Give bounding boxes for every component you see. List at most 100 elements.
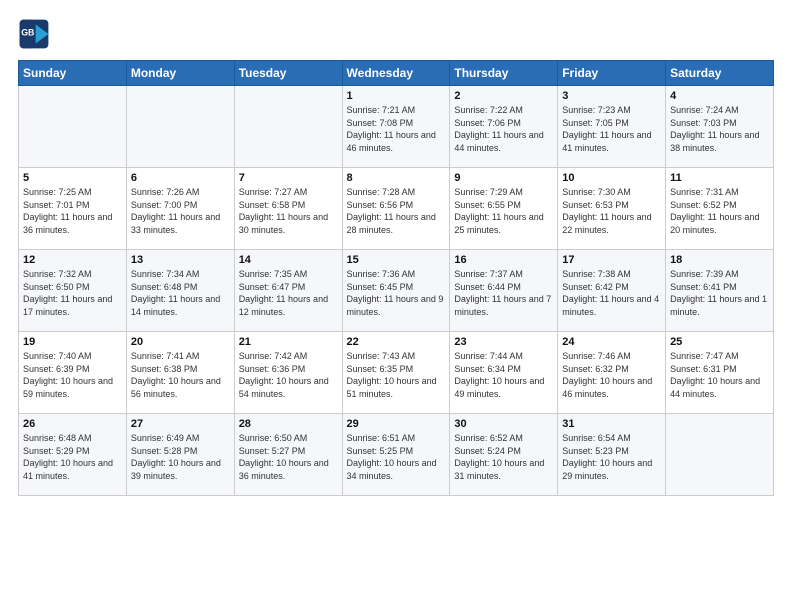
cell-5-3: 28 Sunrise: 6:50 AM Sunset: 5:27 PM Dayli… bbox=[234, 414, 342, 496]
day-info: Sunrise: 7:43 AM Sunset: 6:35 PM Dayligh… bbox=[347, 350, 446, 400]
cell-2-4: 8 Sunrise: 7:28 AM Sunset: 6:56 PM Daylig… bbox=[342, 168, 450, 250]
day-number: 11 bbox=[670, 172, 769, 184]
day-number: 3 bbox=[562, 90, 661, 102]
cell-1-1 bbox=[19, 86, 127, 168]
cell-3-6: 17 Sunrise: 7:38 AM Sunset: 6:42 PM Dayli… bbox=[558, 250, 666, 332]
day-number: 24 bbox=[562, 336, 661, 348]
week-row-3: 12 Sunrise: 7:32 AM Sunset: 6:50 PM Dayli… bbox=[19, 250, 774, 332]
day-info: Sunrise: 7:26 AM Sunset: 7:00 PM Dayligh… bbox=[131, 186, 230, 236]
day-number: 16 bbox=[454, 254, 553, 266]
cell-3-2: 13 Sunrise: 7:34 AM Sunset: 6:48 PM Dayli… bbox=[126, 250, 234, 332]
cell-4-2: 20 Sunrise: 7:41 AM Sunset: 6:38 PM Dayli… bbox=[126, 332, 234, 414]
logo-icon: GB bbox=[18, 18, 50, 50]
day-info: Sunrise: 7:41 AM Sunset: 6:38 PM Dayligh… bbox=[131, 350, 230, 400]
col-header-saturday: Saturday bbox=[666, 61, 774, 86]
day-info: Sunrise: 7:23 AM Sunset: 7:05 PM Dayligh… bbox=[562, 104, 661, 154]
cell-3-5: 16 Sunrise: 7:37 AM Sunset: 6:44 PM Dayli… bbox=[450, 250, 558, 332]
day-number: 25 bbox=[670, 336, 769, 348]
day-info: Sunrise: 7:47 AM Sunset: 6:31 PM Dayligh… bbox=[670, 350, 769, 400]
day-info: Sunrise: 7:24 AM Sunset: 7:03 PM Dayligh… bbox=[670, 104, 769, 154]
cell-4-4: 22 Sunrise: 7:43 AM Sunset: 6:35 PM Dayli… bbox=[342, 332, 450, 414]
cell-2-5: 9Sunrise: 7:29 AM Sunset: 6:55 PM Daylig… bbox=[450, 168, 558, 250]
day-number: 18 bbox=[670, 254, 769, 266]
cell-2-6: 10 Sunrise: 7:30 AM Sunset: 6:53 PM Dayli… bbox=[558, 168, 666, 250]
cell-5-1: 26Sunrise: 6:48 AM Sunset: 5:29 PM Dayli… bbox=[19, 414, 127, 496]
cell-4-6: 24 Sunrise: 7:46 AM Sunset: 6:32 PM Dayli… bbox=[558, 332, 666, 414]
svg-text:GB: GB bbox=[21, 28, 34, 38]
day-info: Sunrise: 7:37 AM Sunset: 6:44 PM Dayligh… bbox=[454, 268, 553, 318]
day-number: 6 bbox=[131, 172, 230, 184]
cell-1-3 bbox=[234, 86, 342, 168]
col-header-monday: Monday bbox=[126, 61, 234, 86]
day-number: 13 bbox=[131, 254, 230, 266]
header-row: SundayMondayTuesdayWednesdayThursdayFrid… bbox=[19, 61, 774, 86]
day-info: Sunrise: 7:32 AM Sunset: 6:50 PM Dayligh… bbox=[23, 268, 122, 318]
cell-2-1: 5 Sunrise: 7:25 AM Sunset: 7:01 PM Daylig… bbox=[19, 168, 127, 250]
header: GB bbox=[18, 18, 774, 50]
cell-1-6: 3 Sunrise: 7:23 AM Sunset: 7:05 PM Daylig… bbox=[558, 86, 666, 168]
day-info: Sunrise: 7:35 AM Sunset: 6:47 PM Dayligh… bbox=[239, 268, 338, 318]
day-info: Sunrise: 7:22 AM Sunset: 7:06 PM Dayligh… bbox=[454, 104, 553, 154]
day-number: 19 bbox=[23, 336, 122, 348]
cell-1-4: 1Sunrise: 7:21 AM Sunset: 7:08 PM Daylig… bbox=[342, 86, 450, 168]
day-number: 7 bbox=[239, 172, 338, 184]
day-info: Sunrise: 7:38 AM Sunset: 6:42 PM Dayligh… bbox=[562, 268, 661, 318]
day-info: Sunrise: 7:40 AM Sunset: 6:39 PM Dayligh… bbox=[23, 350, 122, 400]
week-row-2: 5 Sunrise: 7:25 AM Sunset: 7:01 PM Daylig… bbox=[19, 168, 774, 250]
week-row-1: 1Sunrise: 7:21 AM Sunset: 7:08 PM Daylig… bbox=[19, 86, 774, 168]
week-row-4: 19 Sunrise: 7:40 AM Sunset: 6:39 PM Dayli… bbox=[19, 332, 774, 414]
day-number: 21 bbox=[239, 336, 338, 348]
day-info: Sunrise: 7:34 AM Sunset: 6:48 PM Dayligh… bbox=[131, 268, 230, 318]
day-info: Sunrise: 6:52 AM Sunset: 5:24 PM Dayligh… bbox=[454, 432, 553, 482]
day-number: 5 bbox=[23, 172, 122, 184]
logo: GB bbox=[18, 18, 54, 50]
day-info: Sunrise: 7:46 AM Sunset: 6:32 PM Dayligh… bbox=[562, 350, 661, 400]
cell-2-2: 6 Sunrise: 7:26 AM Sunset: 7:00 PM Daylig… bbox=[126, 168, 234, 250]
day-info: Sunrise: 6:50 AM Sunset: 5:27 PM Dayligh… bbox=[239, 432, 338, 482]
page: GB SundayMondayTuesdayWednesdayThursdayF… bbox=[0, 0, 792, 612]
cell-5-7 bbox=[666, 414, 774, 496]
cell-4-5: 23 Sunrise: 7:44 AM Sunset: 6:34 PM Dayli… bbox=[450, 332, 558, 414]
cell-1-5: 2Sunrise: 7:22 AM Sunset: 7:06 PM Daylig… bbox=[450, 86, 558, 168]
col-header-sunday: Sunday bbox=[19, 61, 127, 86]
cell-5-2: 27Sunrise: 6:49 AM Sunset: 5:28 PM Dayli… bbox=[126, 414, 234, 496]
day-number: 20 bbox=[131, 336, 230, 348]
day-number: 26 bbox=[23, 418, 122, 430]
day-info: Sunrise: 7:25 AM Sunset: 7:01 PM Dayligh… bbox=[23, 186, 122, 236]
day-number: 30 bbox=[454, 418, 553, 430]
week-row-5: 26Sunrise: 6:48 AM Sunset: 5:29 PM Dayli… bbox=[19, 414, 774, 496]
col-header-wednesday: Wednesday bbox=[342, 61, 450, 86]
cell-5-6: 31Sunrise: 6:54 AM Sunset: 5:23 PM Dayli… bbox=[558, 414, 666, 496]
day-number: 17 bbox=[562, 254, 661, 266]
day-info: Sunrise: 7:28 AM Sunset: 6:56 PM Dayligh… bbox=[347, 186, 446, 236]
day-number: 4 bbox=[670, 90, 769, 102]
day-info: Sunrise: 7:30 AM Sunset: 6:53 PM Dayligh… bbox=[562, 186, 661, 236]
day-number: 28 bbox=[239, 418, 338, 430]
cell-3-1: 12 Sunrise: 7:32 AM Sunset: 6:50 PM Dayli… bbox=[19, 250, 127, 332]
day-number: 14 bbox=[239, 254, 338, 266]
day-info: Sunrise: 7:31 AM Sunset: 6:52 PM Dayligh… bbox=[670, 186, 769, 236]
cell-4-1: 19 Sunrise: 7:40 AM Sunset: 6:39 PM Dayli… bbox=[19, 332, 127, 414]
day-info: Sunrise: 7:42 AM Sunset: 6:36 PM Dayligh… bbox=[239, 350, 338, 400]
day-info: Sunrise: 7:36 AM Sunset: 6:45 PM Dayligh… bbox=[347, 268, 446, 318]
day-info: Sunrise: 7:39 AM Sunset: 6:41 PM Dayligh… bbox=[670, 268, 769, 318]
cell-4-3: 21 Sunrise: 7:42 AM Sunset: 6:36 PM Dayli… bbox=[234, 332, 342, 414]
cell-1-7: 4 Sunrise: 7:24 AM Sunset: 7:03 PM Daylig… bbox=[666, 86, 774, 168]
cell-4-7: 25 Sunrise: 7:47 AM Sunset: 6:31 PM Dayli… bbox=[666, 332, 774, 414]
cell-3-3: 14 Sunrise: 7:35 AM Sunset: 6:47 PM Dayli… bbox=[234, 250, 342, 332]
cell-3-4: 15Sunrise: 7:36 AM Sunset: 6:45 PM Dayli… bbox=[342, 250, 450, 332]
day-number: 27 bbox=[131, 418, 230, 430]
day-number: 12 bbox=[23, 254, 122, 266]
cell-5-4: 29Sunrise: 6:51 AM Sunset: 5:25 PM Dayli… bbox=[342, 414, 450, 496]
cell-2-3: 7 Sunrise: 7:27 AM Sunset: 6:58 PM Daylig… bbox=[234, 168, 342, 250]
cell-2-7: 11 Sunrise: 7:31 AM Sunset: 6:52 PM Dayli… bbox=[666, 168, 774, 250]
day-info: Sunrise: 7:44 AM Sunset: 6:34 PM Dayligh… bbox=[454, 350, 553, 400]
day-number: 23 bbox=[454, 336, 553, 348]
day-number: 29 bbox=[347, 418, 446, 430]
col-header-thursday: Thursday bbox=[450, 61, 558, 86]
day-number: 10 bbox=[562, 172, 661, 184]
day-number: 8 bbox=[347, 172, 446, 184]
day-number: 1 bbox=[347, 90, 446, 102]
day-info: Sunrise: 7:27 AM Sunset: 6:58 PM Dayligh… bbox=[239, 186, 338, 236]
day-number: 22 bbox=[347, 336, 446, 348]
